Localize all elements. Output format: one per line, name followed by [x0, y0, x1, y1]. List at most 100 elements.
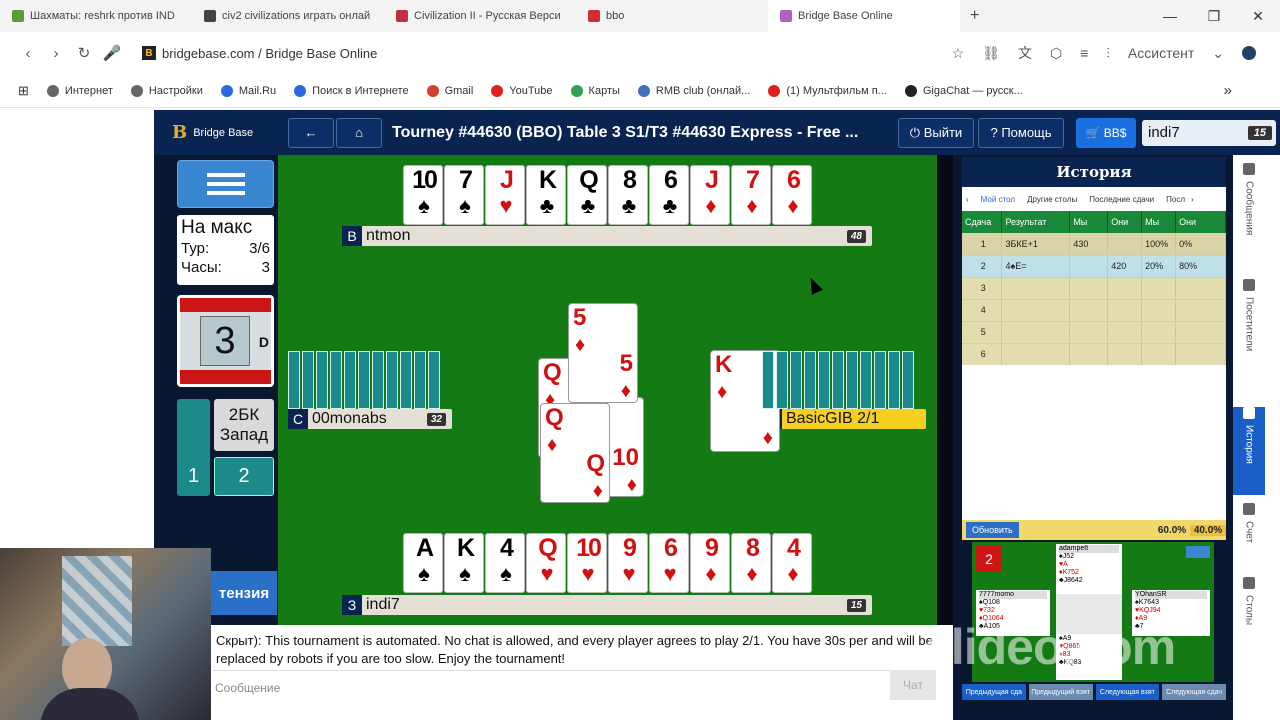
browser-tab[interactable]: Bridge Base Online	[768, 0, 960, 32]
card-suit: ♦	[746, 193, 758, 218]
mini-nav-button[interactable]: Предыдущий взят	[1028, 684, 1093, 700]
close-icon[interactable]: ✕	[1236, 0, 1280, 32]
mini-menu-icon[interactable]	[1186, 546, 1210, 558]
translate-icon[interactable]: 文	[1018, 43, 1032, 63]
more-bookmarks-icon[interactable]: »	[1224, 82, 1232, 99]
south-card[interactable]: A ♠	[403, 533, 443, 593]
history-tab[interactable]: Посл	[1166, 195, 1185, 204]
mini-suit-line: ♥732	[979, 607, 995, 614]
bookmark-item[interactable]: YouTube	[491, 84, 553, 97]
sidebar-tab-4[interactable]: Столы	[1233, 577, 1265, 647]
sidebar-tab-icon	[1243, 279, 1255, 291]
assistant-button[interactable]: Ассистент	[1128, 45, 1194, 61]
logout-button[interactable]: ⏻ Выйти	[898, 117, 974, 148]
mini-nav-button[interactable]: Следующая взят	[1095, 684, 1160, 700]
history-row[interactable]: 5	[962, 321, 1226, 344]
bookmark-icon	[904, 84, 917, 97]
history-cell: 0%	[1175, 233, 1226, 256]
reload-icon[interactable]: ↻	[70, 44, 98, 62]
browser-tab[interactable]: bbo	[576, 0, 768, 32]
history-row[interactable]: 1 3БКЕ+1 430 100% 0%	[962, 233, 1226, 256]
chevron-left-icon[interactable]: ‹	[966, 195, 969, 204]
chat-input[interactable]: Сообщение	[213, 670, 893, 704]
south-card[interactable]: 10 ♥	[567, 533, 607, 593]
bbs-button[interactable]: 🛒 BB$	[1076, 117, 1136, 148]
history-tab[interactable]: Мой стол	[981, 195, 1015, 204]
east-card-back	[762, 351, 774, 409]
bookmark-item[interactable]: Gmail	[426, 84, 473, 97]
history-cell: 420	[1107, 255, 1143, 278]
back-icon[interactable]: ‹	[14, 45, 42, 62]
refresh-button[interactable]: Обновить	[966, 522, 1019, 538]
extensions-icon[interactable]: ⬡	[1050, 45, 1062, 62]
south-card[interactable]: 4 ♦	[772, 533, 812, 593]
bookmark-item[interactable]: Mail.Ru	[220, 84, 276, 97]
north-badge: 48	[846, 229, 866, 243]
mini-nav-button[interactable]: Предыдущая сда	[962, 684, 1026, 700]
browser-tab[interactable]: civ2 civilizations играть онлай	[192, 0, 384, 32]
board-indicator: 3 D	[177, 295, 274, 387]
sidebar-tab-0[interactable]: Сообщения	[1233, 163, 1265, 273]
history-row[interactable]: 2 4♠E= 420 20% 80%	[962, 255, 1226, 278]
sidebar-tab-2[interactable]: История	[1233, 407, 1265, 495]
bookmark-item[interactable]: Карты	[570, 84, 620, 97]
restore-icon[interactable]: ❐	[1192, 0, 1236, 32]
west-card-back	[428, 351, 440, 409]
bookmark-item[interactable]: Настройки	[130, 84, 203, 97]
card-suit: ♦	[705, 561, 717, 586]
microphone-icon[interactable]: 🎤	[98, 44, 126, 62]
mini-nav-button[interactable]: Следующая сдач	[1162, 684, 1226, 700]
bookmark-item[interactable]: GigaChat — русск...	[904, 84, 1023, 97]
chevron-down-icon[interactable]: ⌄	[1212, 45, 1224, 62]
star-icon[interactable]: ☆	[952, 45, 965, 62]
west-card-back	[372, 351, 384, 409]
history-row[interactable]: 6	[962, 343, 1226, 366]
browser-tab[interactable]: Civilization II - Русская Верси	[384, 0, 576, 32]
history-row[interactable]: 4	[962, 299, 1226, 322]
bookmark-item[interactable]: RMB club (онлай...	[637, 84, 750, 97]
south-card[interactable]: 9 ♥	[608, 533, 648, 593]
forward-icon[interactable]: ›	[42, 45, 70, 62]
bookmark-item[interactable]: Интернет	[46, 84, 113, 97]
sidebar-tab-1[interactable]: Посетители	[1233, 279, 1265, 397]
hamburger-menu-button[interactable]	[177, 160, 274, 208]
chevron-right-icon[interactable]: ›	[1191, 195, 1194, 204]
bookmark-item[interactable]: (1) Мультфильм п...	[768, 84, 887, 97]
user-box[interactable]: indi7 15	[1142, 119, 1276, 146]
profile-icon[interactable]	[1242, 46, 1256, 60]
card-suit: ♥	[581, 561, 595, 586]
east-card-back	[902, 351, 914, 409]
apps-grid-icon[interactable]: ⊞	[18, 83, 29, 99]
card-suit: ♠	[459, 561, 471, 586]
card-suit: ♠	[418, 561, 430, 586]
help-button[interactable]: ? Помощь	[978, 117, 1064, 148]
browser-tab[interactable]: Шахматы: reshrk против IND	[0, 0, 192, 32]
minimize-icon[interactable]: —	[1148, 0, 1192, 32]
history-row[interactable]: 3	[962, 277, 1226, 300]
history-tab[interactable]: Последние сдачи	[1089, 195, 1154, 204]
north-card: K ♣	[526, 165, 566, 225]
north-namebar: В ntmon 48	[342, 226, 872, 246]
south-card[interactable]: 4 ♠	[485, 533, 525, 593]
south-card[interactable]: K ♠	[444, 533, 484, 593]
url-field[interactable]: B bridgebase.com / Bridge Base Online	[142, 46, 377, 61]
home-button[interactable]: ⌂	[336, 117, 382, 148]
protest-button[interactable]: тензия	[211, 571, 277, 615]
vulnerable-bar-top	[180, 298, 271, 312]
bookmark-item[interactable]: Поиск в Интернете	[294, 84, 409, 97]
history-cell: 1	[962, 233, 1003, 256]
south-card[interactable]: 8 ♦	[731, 533, 771, 593]
south-card[interactable]: 9 ♦	[690, 533, 730, 593]
back-arrow-button[interactable]: ←	[288, 117, 334, 148]
link-icon[interactable]: ⛓	[982, 45, 1000, 62]
menu-lines-icon[interactable]: ≡	[1080, 45, 1088, 61]
history-tab[interactable]: Другие столы	[1027, 195, 1077, 204]
new-tab-button[interactable]: +	[970, 7, 979, 25]
sidebar-tab-icon	[1243, 407, 1255, 419]
sidebar-tab-3[interactable]: Счет	[1233, 503, 1265, 571]
audio-icon[interactable]: ⫶	[1106, 45, 1110, 62]
south-card[interactable]: Q ♥	[526, 533, 566, 593]
bbo-favicon-icon: B	[142, 46, 156, 60]
south-card[interactable]: 6 ♥	[649, 533, 689, 593]
bookmark-icon	[637, 84, 650, 97]
